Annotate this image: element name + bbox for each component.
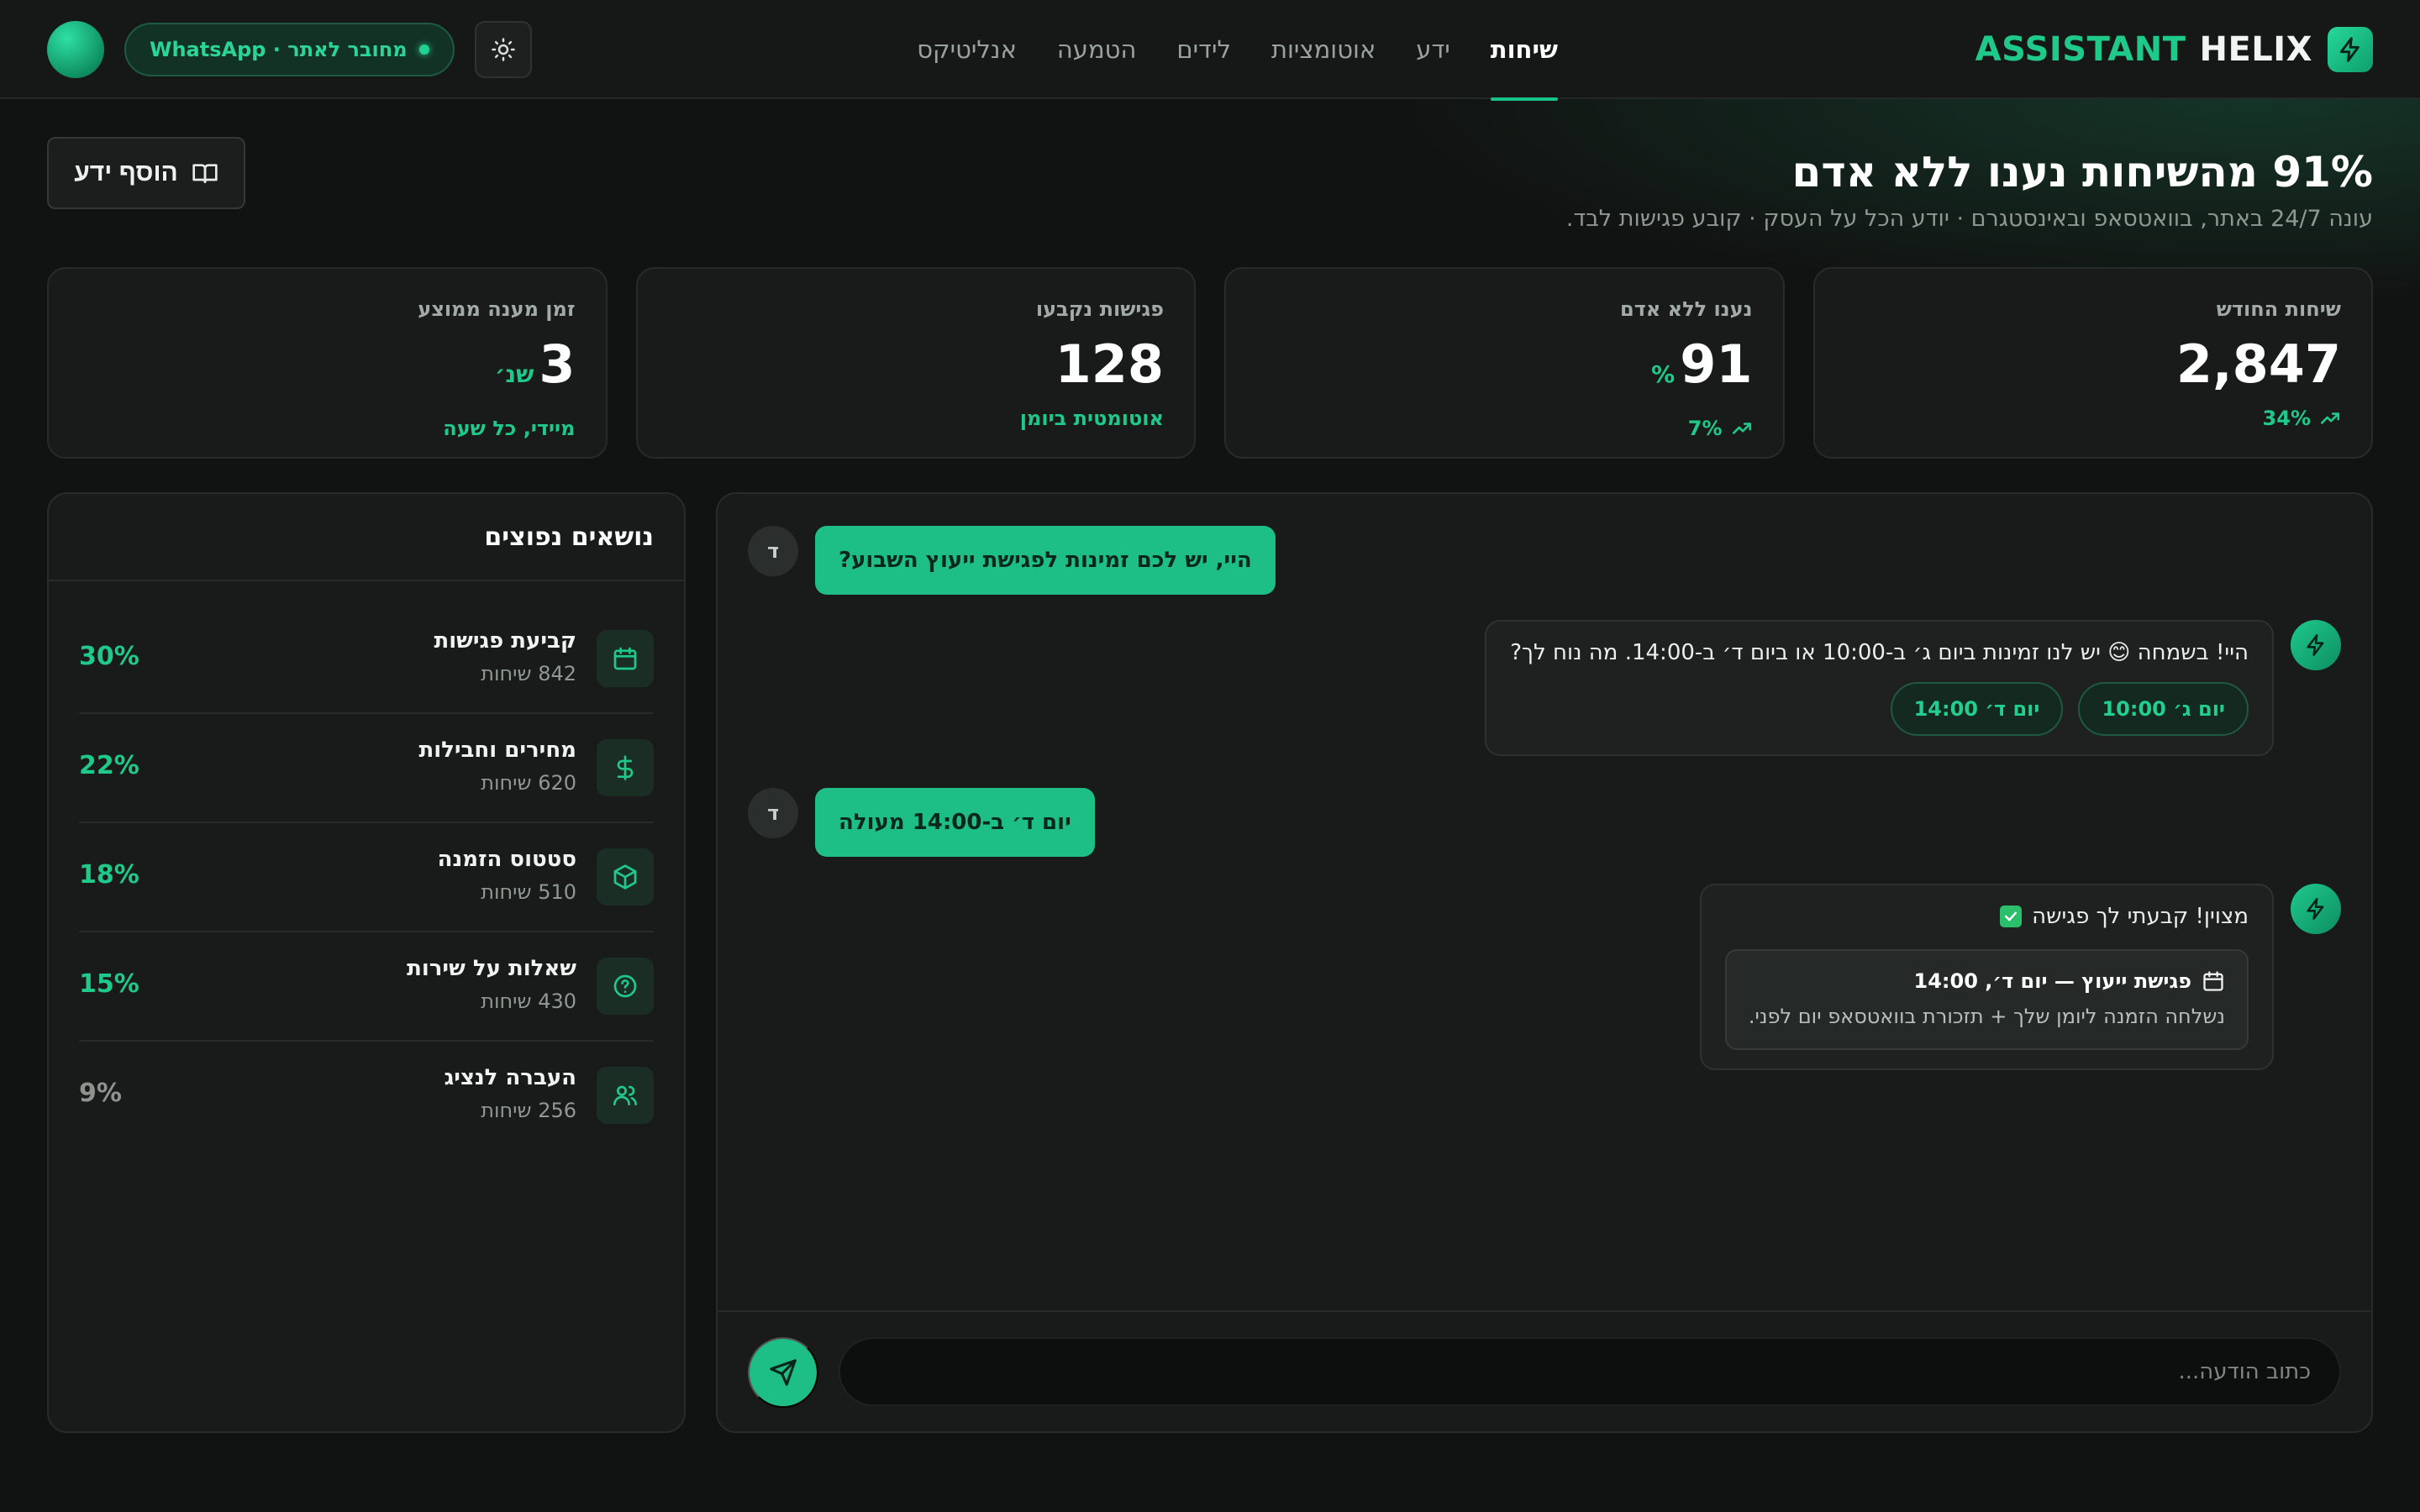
topic-name: סטטוס הזמנה [437,847,576,872]
trend-up-icon [1732,423,1751,434]
meeting-note: נשלחה הזמנה ליומן שלך + תזכורת בוואטסאפ … [1748,1005,2225,1028]
send-button[interactable] [748,1337,818,1408]
add-knowledge-label: הוסף ידע [74,159,178,186]
bot-message-text: מצוין! קבעתי לך פגישה [2032,904,2249,929]
stat-value: 2,847 [2175,333,2341,395]
stat-footnote: מיידי, כל שעה [443,417,576,440]
bot-message-text: היי! בשמחה 😊 יש לנו זמינות ביום ג׳ ב-10:… [1510,640,2249,665]
nav-item-automations[interactable]: אוטומציות [1271,0,1376,99]
user-avatar[interactable] [47,21,104,78]
send-icon [770,1359,797,1386]
nav-item-knowledge[interactable]: ידע [1416,0,1449,99]
meeting-confirmation-card: פגישת ייעוץ — יום ד׳, 14:00 נשלחה הזמנה … [1724,949,2249,1050]
message-input[interactable] [839,1337,2341,1406]
stat-label: זמן מענה ממוצע [418,297,576,321]
bot-avatar [2291,884,2341,934]
calendar-icon [597,630,654,687]
online-dot-icon [418,45,429,55]
topic-name: מחירים וחבילות [418,738,576,763]
lightning-icon [2307,898,2324,920]
add-knowledge-button[interactable]: הוסף ידע [47,137,245,209]
theme-toggle-button[interactable] [474,21,532,78]
quick-reply-chip[interactable]: יום ג׳ 10:00 [2078,682,2249,736]
customer-message: היי, יש לכם זמינות לפגישת ייעוץ השבוע? [815,526,1276,595]
question-icon [597,958,654,1015]
trend-up-icon [2320,412,2340,424]
topic-row[interactable]: מחירים וחבילות 620 שיחות 22% [79,714,654,823]
topic-percent: 30% [79,642,139,671]
users-icon [597,1067,654,1124]
customer-avatar: ד [748,788,798,838]
brand-name-secondary: ASSISTANT [1975,30,2186,69]
topic-count: 256 שיחות [481,1099,576,1122]
sun-icon [491,38,515,61]
stat-card-answered-without-human: נענו ללא אדם 91% 7% [1224,267,1785,459]
bot-message: מצוין! קבעתי לך פגישה פגישת ייעוץ — יום … [1699,884,2274,1070]
stat-value: 3 [539,333,576,395]
topic-name: העברה לנציג [444,1065,576,1090]
topic-name: קביעת פגישות [434,628,576,654]
customer-avatar: ד [748,526,798,576]
stat-card-meetings-booked: פגישות נקבעו 128 אוטומטית ביומן [635,267,1196,459]
brand-logo[interactable]: HELIX ASSISTANT [1975,26,2373,73]
connection-status-badge[interactable]: מחובר לאתר · WhatsApp [124,23,455,76]
chat-panel: ד היי, יש לכם זמינות לפגישת ייעוץ השבוע?… [716,492,2373,1433]
topic-percent: 15% [79,969,139,999]
topic-name: שאלות על שירות [407,956,576,981]
check-icon [2000,906,2023,927]
calendar-icon [2203,971,2223,991]
topic-row[interactable]: העברה לנציג 256 שיחות 9% [79,1042,654,1151]
book-icon [192,164,218,183]
stat-label: שיחות החודש [2216,297,2341,321]
stats-row: שיחות החודש 2,847 34% נענו ללא אדם 91% 7… [47,267,2373,459]
nav-item-embed[interactable]: הטמעה [1057,0,1137,99]
topic-row[interactable]: סטטוס הזמנה 510 שיחות 18% [79,823,654,932]
page-subtitle: עונה 24/7 באתר, בוואטסאפ ובאינסטגרם · יו… [1565,206,2373,232]
topic-count: 430 שיחות [481,990,576,1013]
topic-row[interactable]: קביעת פגישות 842 שיחות 30% [79,605,654,714]
topic-percent: 9% [79,1079,122,1108]
package-icon [597,848,654,906]
topic-row[interactable]: שאלות על שירות 430 שיחות 15% [79,932,654,1042]
topic-count: 620 שיחות [481,771,576,795]
stat-unit: % [1651,360,1676,388]
connection-status-label: מחובר לאתר · WhatsApp [150,38,408,61]
lightning-icon [2328,27,2373,72]
quick-replies: יום ג׳ 10:00 יום ד׳ 14:00 [1510,682,2249,736]
nav-item-analytics[interactable]: אנליטיקס [917,0,1017,99]
bot-message: היי! בשמחה 😊 יש לנו זמינות ביום ג׳ ב-10:… [1485,620,2274,756]
stat-trend-value: 34% [2262,407,2311,430]
nav-item-conversations[interactable]: שיחות [1490,0,1559,101]
stat-value: 91 [1680,333,1753,395]
stat-card-monthly-conversations: שיחות החודש 2,847 34% [1812,267,2373,459]
panel-title: נושאים נפוצים [49,494,684,581]
stat-unit: שנ׳ [495,360,534,388]
stat-label: נענו ללא אדם [1620,297,1753,321]
stat-value: 128 [1055,333,1164,395]
quick-reply-chip[interactable]: יום ד׳ 14:00 [1890,682,2064,736]
stat-trend-value: 7% [1687,417,1723,440]
popular-topics-panel: נושאים נפוצים קביעת פגישות 842 שיחות 30%… [47,492,686,1433]
dollar-icon [597,739,654,796]
stat-footnote: אוטומטית ביומן [1019,407,1164,430]
topic-percent: 22% [79,751,139,780]
main-nav: שיחות ידע אוטומציות לידים הטמעה אנליטיקס [917,0,1559,101]
topic-count: 510 שיחות [481,880,576,904]
lightning-icon [2307,634,2324,656]
stat-card-avg-response-time: זמן מענה ממוצע 3 שנ׳ מיידי, כל שעה [47,267,608,459]
meeting-title: פגישת ייעוץ — יום ד׳, 14:00 [1913,969,2191,993]
stat-label: פגישות נקבעו [1035,297,1164,321]
brand-name-primary: HELIX [2199,30,2312,69]
message-composer [718,1310,2371,1431]
nav-item-leads[interactable]: לידים [1176,0,1231,99]
page-title: 91% מהשיחות נענו ללא אדם [1791,148,2373,197]
bot-avatar [2291,620,2341,670]
top-bar: HELIX ASSISTANT שיחות ידע אוטומציות לידי… [0,0,2420,101]
topic-percent: 18% [79,860,139,890]
customer-message: יום ד׳ ב-14:00 מעולה [815,788,1095,857]
topic-count: 842 שיחות [481,662,576,685]
